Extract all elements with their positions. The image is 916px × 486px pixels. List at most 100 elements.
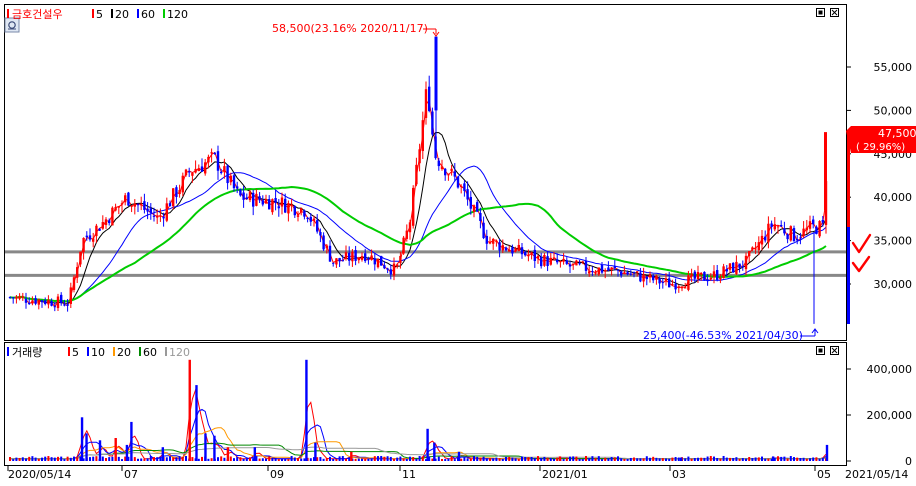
volume-bar bbox=[341, 456, 344, 461]
candle-body bbox=[533, 249, 536, 261]
y-tick-label: 0 bbox=[905, 455, 912, 468]
candle-body bbox=[63, 304, 66, 306]
candle-body bbox=[754, 248, 757, 250]
volume-panel-maximize-button[interactable] bbox=[816, 346, 825, 355]
candle-body bbox=[146, 208, 149, 212]
candle-body bbox=[364, 253, 367, 262]
price-panel-maximize-button[interactable] bbox=[816, 8, 825, 17]
candle-body bbox=[60, 294, 63, 304]
candle-body bbox=[719, 277, 722, 280]
volume-bar bbox=[325, 458, 328, 461]
volume-bar bbox=[405, 458, 408, 461]
candle-body bbox=[306, 217, 309, 219]
candle-body bbox=[485, 235, 488, 244]
volume-bar bbox=[210, 458, 213, 461]
candle-body bbox=[725, 269, 728, 272]
candle-body bbox=[476, 202, 479, 212]
volume-bar bbox=[431, 458, 434, 461]
candle-body bbox=[108, 220, 111, 224]
volume-bar bbox=[426, 428, 429, 461]
candle-body bbox=[56, 296, 60, 309]
volume-bar bbox=[31, 456, 34, 461]
volume-bar bbox=[533, 458, 536, 461]
high-annotation: 58,500(23.16% 2020/11/17) bbox=[272, 22, 440, 37]
volume-bar bbox=[242, 458, 245, 461]
volume-bar bbox=[482, 456, 485, 461]
candle-body bbox=[44, 300, 47, 304]
volume-bar bbox=[421, 456, 424, 461]
candle-body bbox=[808, 221, 812, 229]
volume-bar bbox=[57, 456, 59, 461]
candle-body bbox=[540, 256, 543, 267]
candle-body bbox=[668, 278, 671, 288]
volume-bar bbox=[60, 456, 63, 461]
candle-body bbox=[751, 247, 754, 250]
y-tick-label: 400,000 bbox=[867, 363, 913, 376]
volume-bar bbox=[585, 455, 587, 461]
volume-bar bbox=[665, 458, 667, 461]
candle-body bbox=[18, 296, 21, 299]
candle-body bbox=[124, 195, 127, 203]
candle-body bbox=[479, 213, 482, 221]
x-axis: 2020/05/14 07 09 11 2021/01 03 05 2021/05/14 bbox=[7, 466, 908, 481]
volume-bar bbox=[217, 457, 219, 461]
volume-y-axis: 0 200,000 400,000 bbox=[846, 363, 912, 468]
volume-bar bbox=[274, 457, 277, 461]
volume-bar bbox=[738, 458, 741, 461]
stock-chart-window: 금호건설우 5 20 60 120 거래량 5 10 20 60 120 30,000 35,0… bbox=[0, 0, 916, 482]
candle-body bbox=[690, 273, 693, 277]
candle-body bbox=[581, 261, 584, 263]
candle-body bbox=[812, 219, 815, 225]
candle-body bbox=[424, 89, 428, 118]
candle-body bbox=[559, 261, 562, 263]
price-panel-close-button[interactable] bbox=[830, 8, 839, 17]
price-range-bar bbox=[847, 131, 850, 324]
volume-bar bbox=[652, 456, 655, 461]
candle-body bbox=[101, 222, 104, 229]
candle-body bbox=[786, 234, 789, 240]
volume-bar bbox=[597, 456, 600, 461]
volume-bar bbox=[373, 456, 376, 461]
candle-body bbox=[661, 281, 664, 283]
volume-bar bbox=[121, 459, 123, 461]
volume-bar bbox=[146, 458, 149, 461]
volume-bar bbox=[130, 421, 133, 461]
volume-bar bbox=[383, 456, 386, 461]
volume-bar bbox=[460, 458, 463, 461]
candle-body bbox=[530, 252, 533, 255]
candle-body bbox=[348, 252, 351, 261]
candle-body bbox=[562, 258, 565, 262]
legend-ma-marker bbox=[139, 347, 141, 356]
volume-bar bbox=[658, 458, 661, 461]
volume-bar bbox=[437, 456, 440, 461]
volume-bar bbox=[361, 458, 363, 461]
candle-body bbox=[303, 210, 306, 217]
candle-body bbox=[508, 249, 511, 252]
volume-bar bbox=[367, 458, 370, 461]
candle-body bbox=[159, 215, 162, 217]
volume-bar bbox=[524, 456, 527, 461]
volume-bar bbox=[706, 456, 709, 461]
candle-body bbox=[220, 171, 223, 174]
legend-ma-label: 5 bbox=[96, 8, 103, 21]
volume-bar bbox=[287, 459, 290, 461]
volume-bar bbox=[41, 457, 43, 461]
legend-ma-label: 5 bbox=[72, 346, 79, 359]
candle-body bbox=[242, 192, 245, 200]
candle-body bbox=[12, 297, 15, 299]
volume-bar bbox=[9, 457, 11, 461]
candle-body bbox=[703, 271, 706, 281]
candle-body bbox=[626, 272, 629, 275]
candle-body bbox=[658, 278, 661, 284]
volume-bar bbox=[389, 456, 392, 461]
volume-panel-close-button[interactable] bbox=[830, 346, 839, 355]
volume-bar bbox=[501, 458, 504, 461]
volume-bar bbox=[610, 457, 613, 461]
legend-ma-marker bbox=[163, 9, 165, 18]
volume-bar bbox=[149, 455, 152, 461]
candle-body bbox=[178, 190, 181, 195]
volume-bar bbox=[780, 456, 783, 461]
candle-body bbox=[188, 171, 191, 173]
volume-bar bbox=[690, 458, 693, 461]
candle-body bbox=[629, 273, 632, 275]
